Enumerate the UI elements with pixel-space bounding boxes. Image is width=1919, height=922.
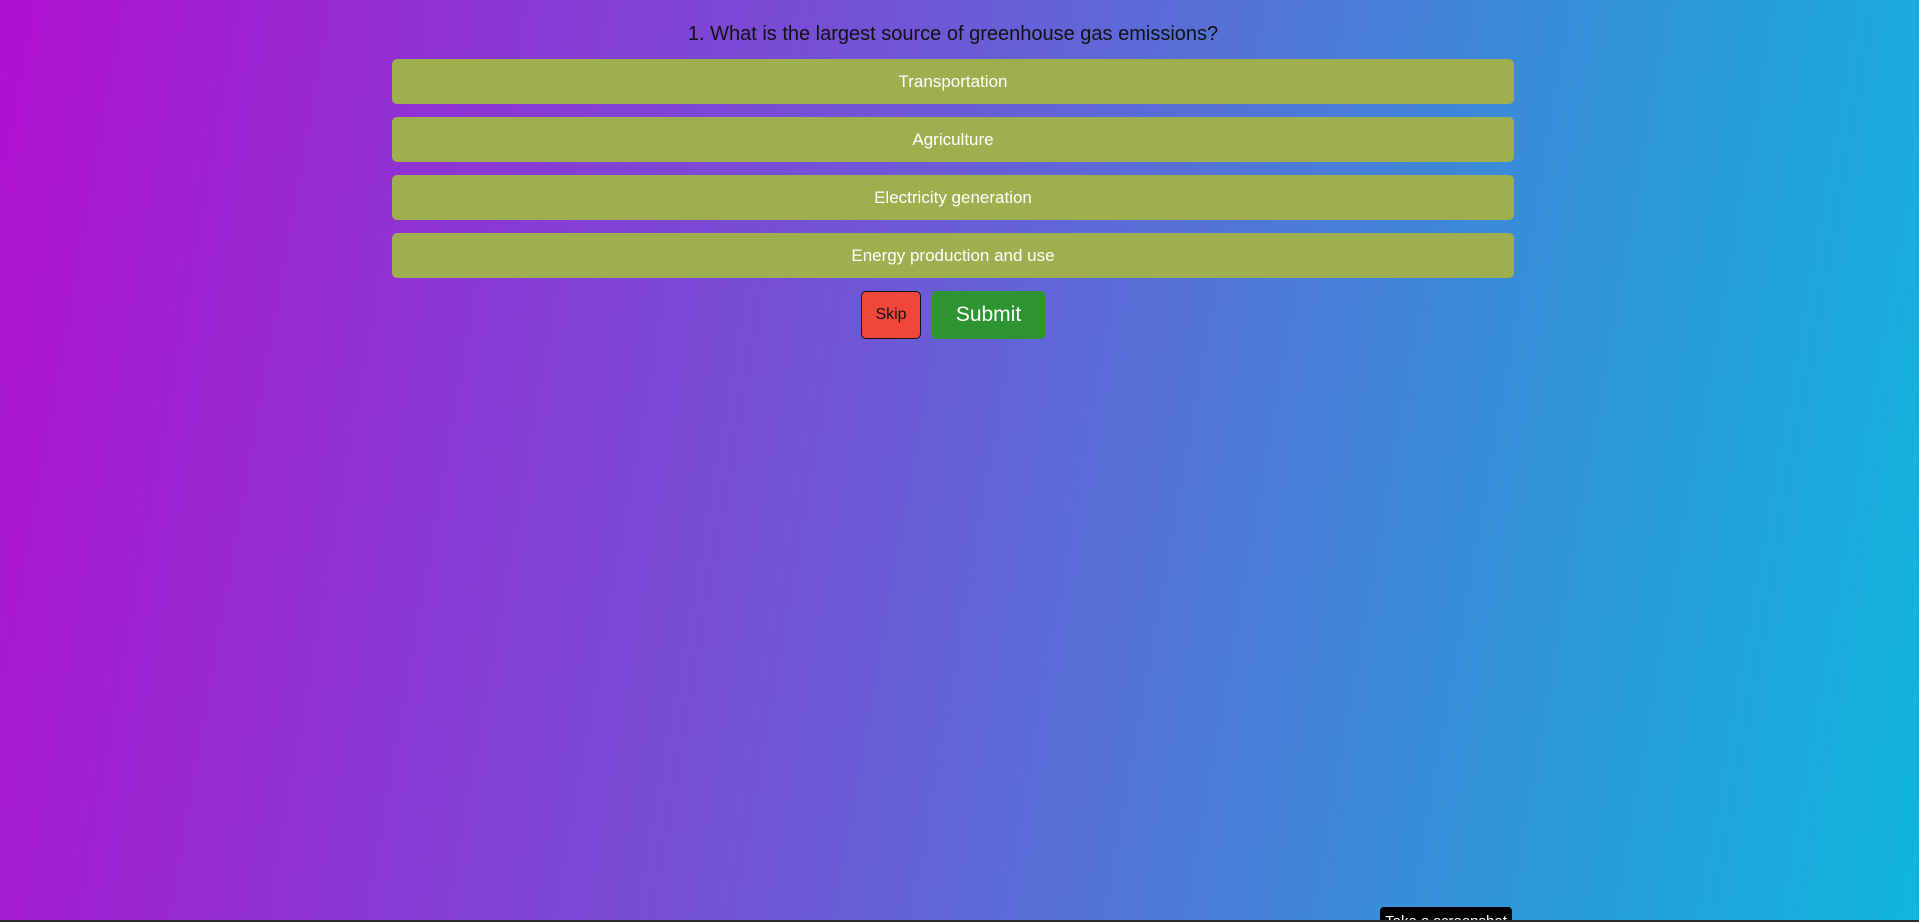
- question-text: 1. What is the largest source of greenho…: [687, 23, 1219, 45]
- quiz-container: 1. What is the largest source of greenho…: [392, 0, 1514, 339]
- quiz-actions: Skip Submit: [392, 291, 1514, 339]
- answer-options: Transportation Agriculture Electricity g…: [392, 59, 1514, 278]
- option-energy-production-and-use[interactable]: Energy production and use: [392, 233, 1514, 278]
- option-agriculture[interactable]: Agriculture: [392, 117, 1514, 162]
- option-electricity-generation[interactable]: Electricity generation: [392, 175, 1514, 220]
- option-transportation[interactable]: Transportation: [392, 59, 1514, 104]
- skip-button[interactable]: Skip: [861, 291, 921, 339]
- submit-button[interactable]: Submit: [932, 291, 1045, 339]
